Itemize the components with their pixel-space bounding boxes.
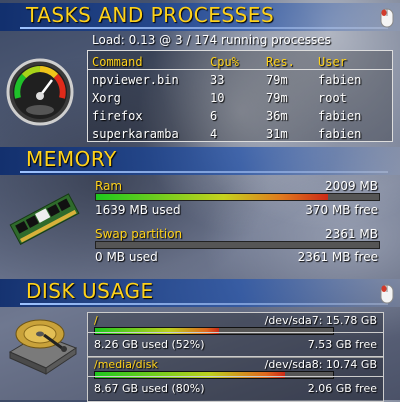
process-cpu: 4 xyxy=(210,127,218,141)
disk-divider xyxy=(88,376,383,377)
ram-label: Ram xyxy=(95,179,123,193)
disk-header: DISK USAGE xyxy=(0,279,400,307)
disk-usage-fill xyxy=(95,372,286,378)
gauge-icon xyxy=(6,58,74,126)
process-cpu: 6 xyxy=(210,109,218,123)
disk-usage-fill xyxy=(95,328,219,334)
swap-used: 0 MB used xyxy=(95,250,158,264)
disk-free: 2.06 GB free xyxy=(307,382,377,395)
tasks-title: TASKS AND PROCESSES xyxy=(26,3,275,27)
tasks-header: TASKS AND PROCESSES xyxy=(0,3,400,31)
disk-device: /dev/sda8: 10.74 GB xyxy=(264,358,377,371)
process-user: fabien xyxy=(318,109,362,123)
disk-title: DISK USAGE xyxy=(26,279,154,303)
hard-drive-icon xyxy=(8,319,78,375)
process-cpu: 33 xyxy=(210,73,225,87)
disk-rule xyxy=(20,303,388,305)
process-res: 36m xyxy=(266,109,288,123)
mouse-icon[interactable] xyxy=(380,8,394,28)
tasks-rule xyxy=(20,27,388,29)
swap-total: 2361 MB xyxy=(325,227,378,241)
ram-used: 1639 MB used xyxy=(95,203,181,217)
disk-device: /dev/sda7: 15.78 GB xyxy=(264,314,377,327)
process-user: fabien xyxy=(318,127,362,141)
disk-used: 8.26 GB used (52%) xyxy=(94,338,205,351)
memory-header: MEMORY xyxy=(0,147,400,175)
disk-usage-bar xyxy=(94,327,334,335)
process-row[interactable]: Xorg 10 79m root xyxy=(92,89,388,107)
column-header-res[interactable]: Res. xyxy=(266,53,318,71)
disk-free: 7.53 GB free xyxy=(307,338,377,351)
disk-item[interactable]: / /dev/sda7: 15.78 GB 8.26 GB used (52%)… xyxy=(87,312,384,358)
process-header-row: Command Cpu% Res. User xyxy=(92,53,388,71)
disk-divider xyxy=(88,332,383,333)
process-table: Command Cpu% Res. User npviewer.bin 33 7… xyxy=(87,50,393,142)
process-row[interactable]: npviewer.bin 33 79m fabien xyxy=(92,71,388,89)
ram-usage-fill xyxy=(96,194,329,200)
process-command: npviewer.bin xyxy=(92,73,179,87)
disk-used: 8.67 GB used (80%) xyxy=(94,382,205,395)
ram-total: 2009 MB xyxy=(325,179,378,193)
ram-stick-icon xyxy=(9,193,80,245)
column-header-command[interactable]: Command xyxy=(92,53,210,71)
process-res: 79m xyxy=(266,91,288,105)
process-res: 79m xyxy=(266,73,288,87)
swap-free: 2361 MB free xyxy=(297,250,378,264)
memory-rule xyxy=(20,171,388,173)
swap-label: Swap partition xyxy=(95,227,183,241)
process-cpu: 10 xyxy=(210,91,225,105)
process-user: fabien xyxy=(318,73,362,87)
column-header-user[interactable]: User xyxy=(318,53,388,71)
mouse-icon[interactable] xyxy=(380,284,394,304)
process-row[interactable]: superkaramba 4 31m fabien xyxy=(92,125,388,143)
process-row[interactable]: firefox 6 36m fabien xyxy=(92,107,388,125)
disk-usage-bar xyxy=(94,371,334,379)
process-res: 31m xyxy=(266,127,288,141)
disk-mount: / xyxy=(94,314,98,327)
process-command: Xorg xyxy=(92,91,121,105)
process-user: root xyxy=(318,91,347,105)
disk-mount: /media/disk xyxy=(94,358,158,371)
ram-free: 370 MB free xyxy=(305,203,378,217)
column-header-cpu[interactable]: Cpu% xyxy=(210,53,266,71)
load-line: Load: 0.13 @ 3 / 174 running processes xyxy=(92,33,331,47)
ram-usage-bar xyxy=(95,193,380,201)
memory-title: MEMORY xyxy=(26,147,117,171)
process-command: superkaramba xyxy=(92,127,179,141)
process-command: firefox xyxy=(92,109,143,123)
swap-usage-bar xyxy=(95,241,380,249)
disk-item[interactable]: /media/disk /dev/sda8: 10.74 GB 8.67 GB … xyxy=(87,356,384,402)
